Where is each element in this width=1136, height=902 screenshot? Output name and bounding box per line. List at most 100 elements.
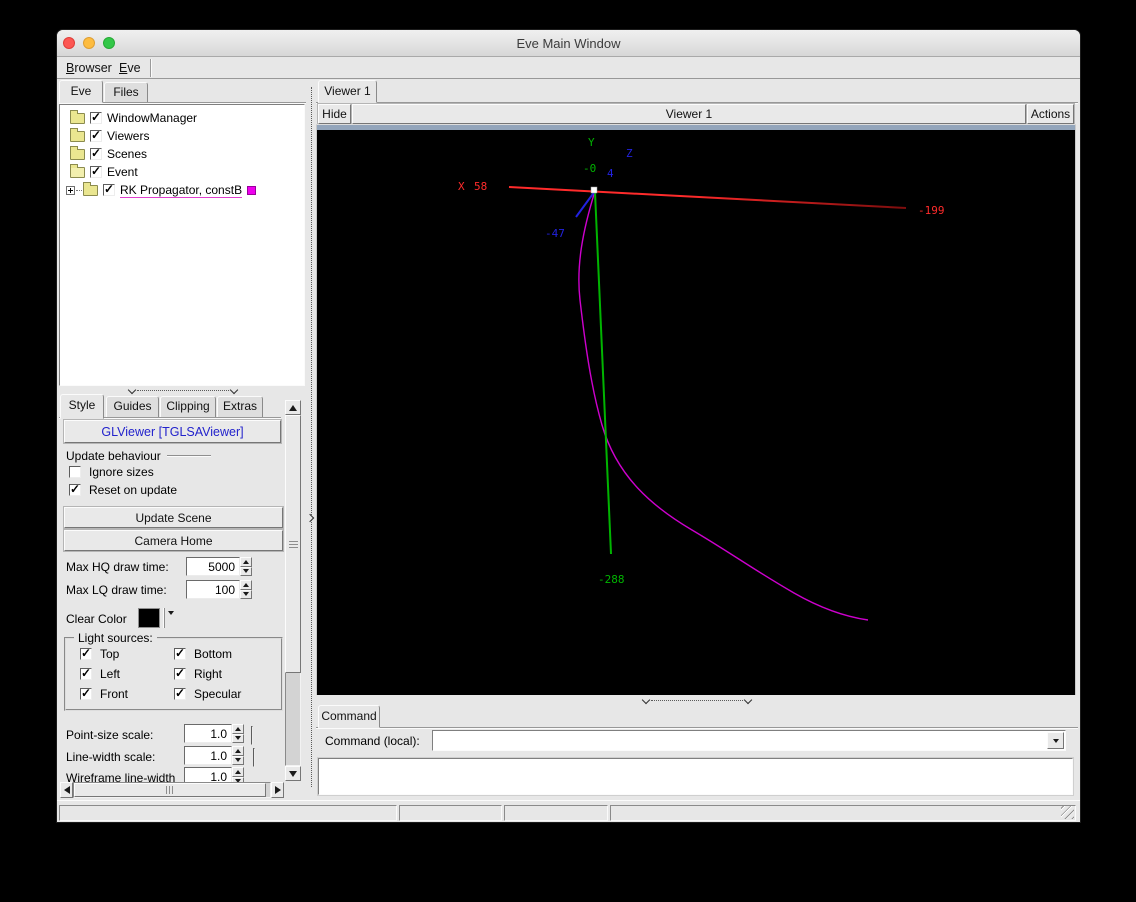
expand-plus-icon[interactable] <box>66 185 75 195</box>
vscrollbar-thumb[interactable] <box>285 415 301 673</box>
reset-on-update-row[interactable]: Reset on update <box>69 482 177 497</box>
title-bar[interactable]: Eve Main Window <box>57 30 1080 57</box>
command-output[interactable] <box>318 758 1073 795</box>
status-section <box>399 805 502 821</box>
actions-button[interactable]: Actions <box>1027 104 1074 124</box>
arrow-right-icon <box>274 786 281 794</box>
tree-checkbox[interactable] <box>90 146 102 160</box>
tab-guides[interactable]: Guides <box>106 396 159 418</box>
tree-checkbox[interactable] <box>90 110 102 124</box>
light-front-checkbox[interactable] <box>80 686 92 700</box>
scroll-down-button[interactable] <box>285 766 301 781</box>
light-specular-checkbox[interactable] <box>174 686 186 700</box>
point-size-checkbox[interactable] <box>251 726 253 745</box>
max-lq-stepper[interactable] <box>240 580 252 599</box>
chevron-down-icon <box>743 695 753 705</box>
light-top-row[interactable]: Top <box>80 646 119 661</box>
point-size-input[interactable]: 1.0 <box>184 724 232 743</box>
tree-item[interactable]: Event <box>70 163 138 181</box>
scroll-up-button[interactable] <box>285 400 301 415</box>
spin-down-icon[interactable] <box>240 589 252 599</box>
max-lq-input[interactable]: 100 <box>186 580 240 599</box>
spin-up-icon[interactable] <box>240 557 252 567</box>
clear-color-swatch[interactable] <box>138 608 160 628</box>
point-size-stepper[interactable] <box>232 724 244 743</box>
window-title: Eve Main Window <box>516 36 621 51</box>
viewer-command-splitter[interactable] <box>316 695 1078 705</box>
y-near-tick: -0 <box>583 162 596 175</box>
resize-grip-icon[interactable] <box>1061 806 1074 819</box>
update-scene-button[interactable]: Update Scene <box>64 507 283 528</box>
light-top-checkbox[interactable] <box>80 646 92 660</box>
line-width-checkbox[interactable] <box>253 748 255 767</box>
command-dropdown-button[interactable] <box>1047 732 1064 749</box>
light-bottom-checkbox[interactable] <box>174 646 186 660</box>
arrow-left-icon <box>63 786 70 794</box>
line-width-stepper[interactable] <box>232 746 244 765</box>
light-specular-row[interactable]: Specular <box>174 686 241 701</box>
hscrollbar-thumb[interactable] <box>74 783 266 797</box>
tab-command[interactable]: Command <box>318 705 380 728</box>
tab-files[interactable]: Files <box>104 82 148 103</box>
tree-item[interactable]: RK Propagator, constB <box>66 181 257 199</box>
scroll-right-button[interactable] <box>271 782 284 798</box>
tree-item[interactable]: Viewers <box>70 127 149 145</box>
glviewer-button[interactable]: GLViewer [TGLSAViewer] <box>64 420 281 443</box>
origin-marker <box>590 186 598 194</box>
tab-style[interactable]: Style <box>60 394 104 419</box>
camera-home-button[interactable]: Camera Home <box>64 530 283 551</box>
reset-on-update-checkbox[interactable] <box>69 482 81 496</box>
color-chip[interactable] <box>247 185 257 195</box>
x-axis-line <box>508 186 907 209</box>
max-hq-input[interactable]: 5000 <box>186 557 240 576</box>
tree-item-label[interactable]: RK Propagator, constB <box>120 183 243 198</box>
tree-checkbox[interactable] <box>90 128 102 142</box>
tree-item-label[interactable]: Event <box>107 165 138 179</box>
tab-extras[interactable]: Extras <box>217 396 263 418</box>
spin-up-icon[interactable] <box>232 746 244 756</box>
y-axis-line <box>594 191 612 555</box>
scroll-left-button[interactable] <box>60 782 73 798</box>
gl-viewport[interactable]: X 58 -199 Y -0 -288 Z 4 -47 <box>316 124 1076 695</box>
dropdown-arrow-icon <box>1052 738 1059 743</box>
spin-up-icon[interactable] <box>240 580 252 590</box>
style-hscrollbar[interactable] <box>59 782 285 798</box>
spin-down-icon[interactable] <box>232 733 244 743</box>
tree-item[interactable]: WindowManager <box>70 109 197 127</box>
tab-clipping[interactable]: Clipping <box>160 396 216 418</box>
light-right-checkbox[interactable] <box>174 666 186 680</box>
tab-eve[interactable]: Eve <box>59 80 103 103</box>
tree-checkbox[interactable] <box>103 182 115 196</box>
tree-item-label[interactable]: WindowManager <box>107 111 197 125</box>
update-behaviour-label: Update behaviour <box>66 449 161 463</box>
light-left-row[interactable]: Left <box>80 666 120 681</box>
x-axis-label: X <box>458 180 465 193</box>
viewer-title-bar[interactable]: Viewer 1 <box>352 104 1026 124</box>
tree-item-label[interactable]: Viewers <box>107 129 149 143</box>
max-hq-stepper[interactable] <box>240 557 252 576</box>
command-combobox[interactable] <box>432 730 1066 751</box>
spin-up-icon[interactable] <box>232 767 244 777</box>
tab-viewer-1[interactable]: Viewer 1 <box>318 80 377 103</box>
tree-item-label[interactable]: Scenes <box>107 147 147 161</box>
menu-eve[interactable]: Eve <box>116 60 144 76</box>
tree-item[interactable]: Scenes <box>70 145 147 163</box>
hide-button[interactable]: Hide <box>318 104 351 124</box>
chevron-right-icon <box>305 513 315 523</box>
line-width-input[interactable]: 1.0 <box>184 746 232 765</box>
ignore-sizes-row[interactable]: Ignore sizes <box>69 465 154 479</box>
light-right-row[interactable]: Right <box>174 666 222 681</box>
clear-color-dropdown[interactable] <box>168 611 174 633</box>
light-left-checkbox[interactable] <box>80 666 92 680</box>
spin-down-icon[interactable] <box>232 755 244 765</box>
spin-up-icon[interactable] <box>232 724 244 734</box>
tree-checkbox[interactable] <box>90 164 102 178</box>
light-front-row[interactable]: Front <box>80 686 128 701</box>
line-width-label: Line-width scale: <box>66 750 156 764</box>
panel-splitter[interactable] <box>305 79 316 800</box>
update-behaviour-section: Update behaviour <box>66 449 276 463</box>
light-bottom-row[interactable]: Bottom <box>174 646 232 661</box>
spin-down-icon[interactable] <box>240 566 252 576</box>
menu-browser[interactable]: Browser <box>63 60 115 76</box>
ignore-sizes-checkbox[interactable] <box>69 466 81 478</box>
